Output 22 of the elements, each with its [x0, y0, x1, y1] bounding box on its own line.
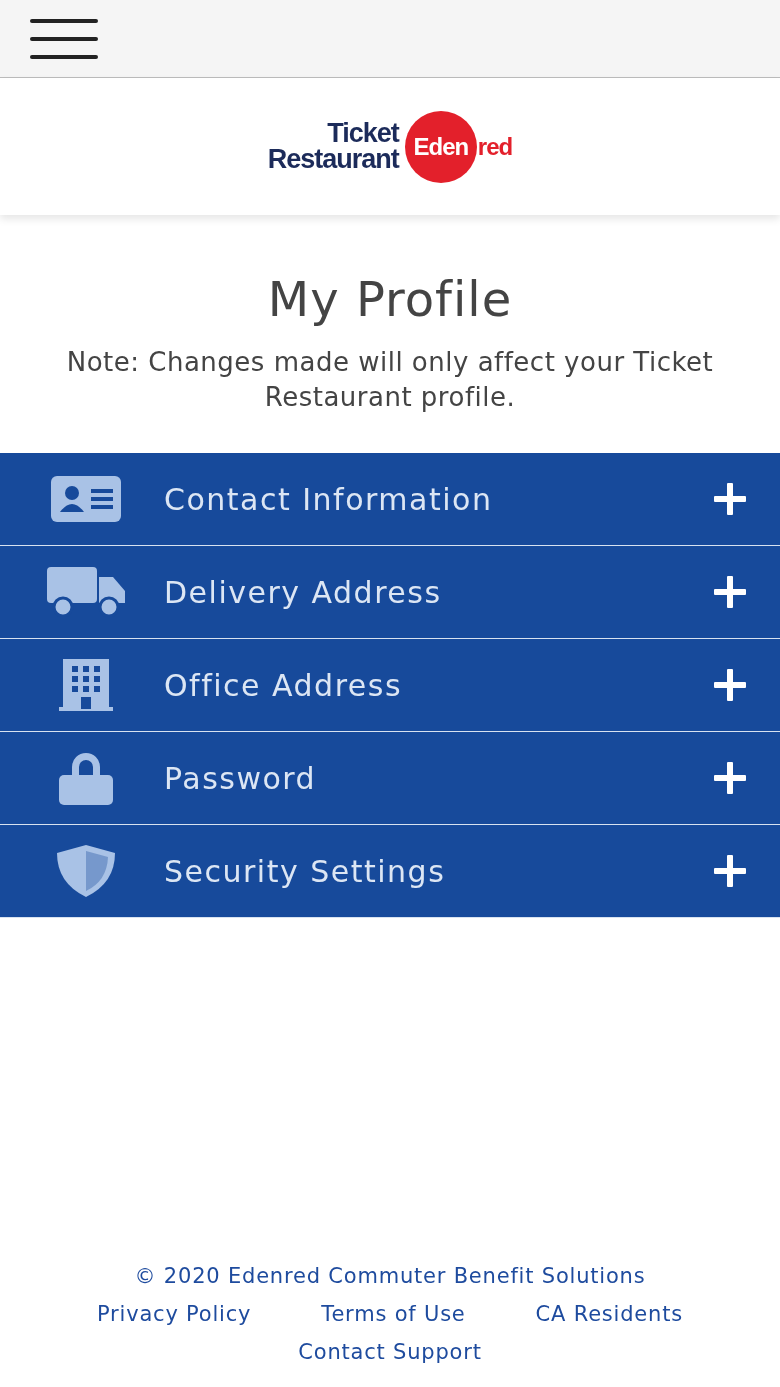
copyright-text: © 2020 Edenred Commuter Benefit Solutions [134, 1263, 646, 1290]
brand-logo-text: Eden [413, 132, 469, 161]
truck-icon [47, 567, 125, 617]
accordion-header[interactable]: Password [0, 732, 780, 825]
footer-link[interactable]: CA Residents [535, 1295, 683, 1333]
page-title: My Profile [266, 271, 514, 327]
accordion-header[interactable]: Contact Information [0, 453, 780, 546]
accordion-header[interactable]: Office Address [0, 639, 780, 732]
menu-button[interactable] [30, 16, 98, 61]
accordion-header[interactable]: Security Settings [0, 825, 780, 918]
id-card-icon [51, 476, 121, 522]
footer-link[interactable]: Terms of Use [321, 1295, 466, 1333]
accordion-header[interactable]: Delivery Address [0, 546, 780, 639]
footer-link[interactable]: Contact Support [298, 1333, 482, 1371]
building-icon [59, 659, 113, 711]
footer-link[interactable]: Privacy Policy [97, 1295, 252, 1333]
shield-icon [57, 845, 115, 897]
brand-logo-text: red [477, 132, 513, 161]
logo-text: Ticket [327, 120, 399, 147]
note-text: Note: Changes made will only affect your Ticket Restaurant profile. [65, 346, 715, 414]
lock-icon [59, 751, 113, 805]
logo-text: Restaurant [267, 146, 399, 173]
